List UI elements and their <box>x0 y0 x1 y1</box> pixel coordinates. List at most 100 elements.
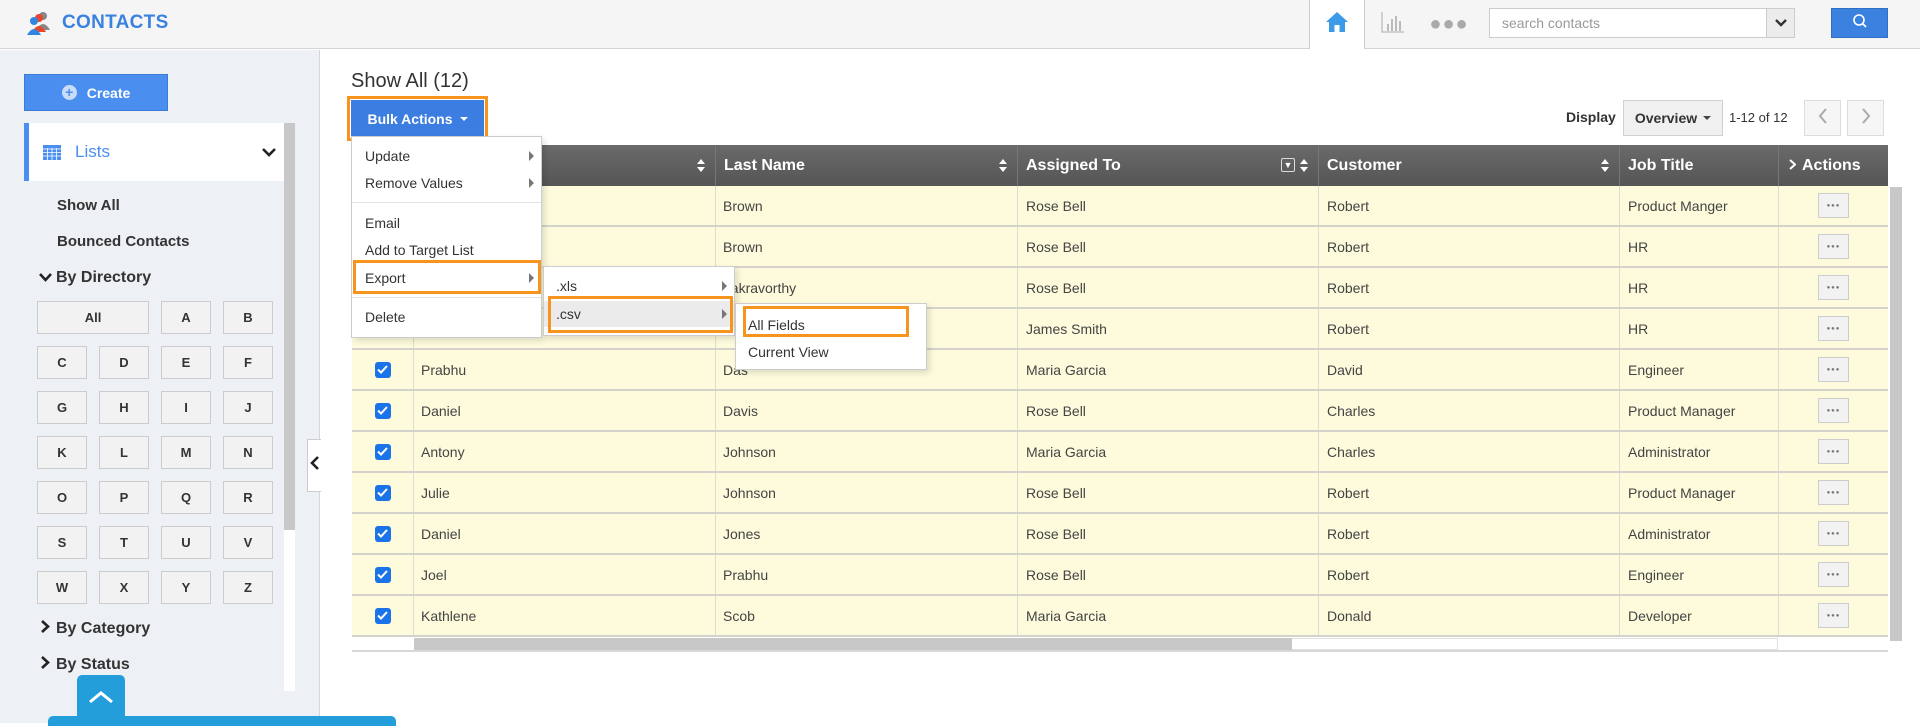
table-row[interactable]: PrabhuDasMaria GarciaDavidEngineer●●● <box>352 350 1888 391</box>
directory-letter-g[interactable]: G <box>37 391 87 424</box>
bulk-actions-button[interactable]: Bulk Actions <box>351 100 484 137</box>
directory-letter-p[interactable]: P <box>99 481 149 514</box>
directory-letter-j[interactable]: J <box>223 391 273 424</box>
header-job-title[interactable]: Job Title <box>1620 145 1779 186</box>
row-actions-button[interactable]: ●●● <box>1818 193 1849 218</box>
table-vertical-scrollbar[interactable] <box>1890 187 1902 641</box>
row-actions-button[interactable]: ●●● <box>1818 357 1849 382</box>
row-actions-button[interactable]: ●●● <box>1818 603 1849 628</box>
lists-header[interactable]: Lists <box>24 123 284 181</box>
directory-letter-t[interactable]: T <box>99 526 149 559</box>
directory-letter-b[interactable]: B <box>223 301 273 334</box>
directory-letter-o[interactable]: O <box>37 481 87 514</box>
row-checkbox[interactable] <box>374 525 391 542</box>
directory-letter-c[interactable]: C <box>37 346 87 379</box>
directory-letter-m[interactable]: M <box>161 436 211 469</box>
search-options-dropdown[interactable] <box>1766 9 1794 37</box>
sidebar-item-bounced-contacts[interactable]: Bounced Contacts <box>57 233 190 250</box>
row-actions-button[interactable]: ●●● <box>1818 234 1849 259</box>
sort-icon[interactable] <box>1300 159 1308 172</box>
header-actions[interactable]: Actions <box>1779 145 1888 186</box>
row-checkbox[interactable] <box>374 361 391 378</box>
sort-icon[interactable] <box>999 159 1007 172</box>
row-actions-button[interactable]: ●●● <box>1818 480 1849 505</box>
menu-item-xls[interactable]: .xls <box>544 273 734 299</box>
directory-letter-x[interactable]: X <box>99 571 149 604</box>
directory-letter-l[interactable]: L <box>99 436 149 469</box>
row-actions-button[interactable]: ●●● <box>1818 398 1849 423</box>
row-checkbox[interactable] <box>374 607 391 624</box>
row-checkbox[interactable] <box>374 443 391 460</box>
row-actions-button[interactable]: ●●● <box>1818 275 1849 300</box>
table-row[interactable]: Kathlene Scob Maria Garcia Donald Developer ●… <box>352 596 1888 637</box>
collapse-sidebar-button[interactable] <box>307 439 321 492</box>
directory-letter-z[interactable]: Z <box>223 571 273 604</box>
menu-item-csv[interactable]: .csv <box>544 301 734 327</box>
header-customer[interactable]: Customer <box>1319 145 1620 186</box>
sidebar-scrollbar-thumb[interactable] <box>284 123 295 530</box>
table-row[interactable]: Julie Johnson Rose Bell Robert Product Manag… <box>352 473 1888 514</box>
directory-letter-r[interactable]: R <box>223 481 273 514</box>
directory-letter-n[interactable]: N <box>223 436 273 469</box>
row-actions-button[interactable]: ●●● <box>1818 316 1849 341</box>
create-button[interactable]: + Create <box>24 74 168 111</box>
table-row[interactable]: Daniel Davis Rose Bell Charles Product Manag… <box>352 391 1888 432</box>
table-row[interactable]: Brown Rose Bell Robert Product Manger ●●● <box>352 186 1888 227</box>
directory-letter-v[interactable]: V <box>223 526 273 559</box>
row-checkbox[interactable] <box>374 484 391 501</box>
directory-letter-q[interactable]: Q <box>161 481 211 514</box>
menu-item-current-view[interactable]: Current View <box>736 339 926 365</box>
filter-icon[interactable]: ▼ <box>1281 158 1295 172</box>
sort-icon[interactable] <box>1601 159 1609 172</box>
search-input[interactable] <box>1490 9 1794 37</box>
more-button[interactable]: ●●● <box>1421 0 1477 49</box>
header-last-name[interactable]: Last Name <box>716 145 1018 186</box>
menu-label: All Fields <box>748 317 805 333</box>
row-checkbox[interactable] <box>374 566 391 583</box>
row-actions-button[interactable]: ●●● <box>1818 562 1849 587</box>
first-cell: Julie <box>414 473 716 512</box>
menu-item-email[interactable]: Email <box>352 210 541 236</box>
menu-item-all-fields[interactable]: All Fields <box>736 312 926 338</box>
table-horizontal-scrollbar-thumb[interactable] <box>414 638 1292 650</box>
directory-letter-h[interactable]: H <box>99 391 149 424</box>
by-category-toggle[interactable]: By Category <box>39 620 150 638</box>
table-row[interactable]: Joel Prabhu Rose Bell Robert Engineer ●●● <box>352 555 1888 596</box>
display-select[interactable]: Overview <box>1623 100 1723 136</box>
search-button[interactable] <box>1831 8 1888 38</box>
directory-letter-k[interactable]: K <box>37 436 87 469</box>
directory-letter-f[interactable]: F <box>223 346 273 379</box>
directory-letter-a[interactable]: A <box>161 301 211 334</box>
prev-page-button[interactable] <box>1804 100 1841 136</box>
menu-item-remove-values[interactable]: Remove Values <box>352 170 541 196</box>
header-assigned-to[interactable]: Assigned To ▼ <box>1018 145 1319 186</box>
row-actions-button[interactable]: ●●● <box>1818 521 1849 546</box>
menu-item-delete[interactable]: Delete <box>352 304 541 330</box>
sort-icon[interactable] <box>697 159 705 172</box>
table-row[interactable]: Brown Rose Bell Robert HR ●●● <box>352 227 1888 268</box>
directory-letter-d[interactable]: D <box>99 346 149 379</box>
chevron-down-icon[interactable] <box>262 144 276 162</box>
table-row[interactable]: Antony Johnson Maria Garcia Charles Administ… <box>352 432 1888 473</box>
table-row[interactable]: Daniel Jones Rose Bell Robert Administrator ●… <box>352 514 1888 555</box>
chevron-up-icon <box>88 690 114 709</box>
by-directory-toggle[interactable]: By Directory <box>39 269 151 287</box>
directory-letter-w[interactable]: W <box>37 571 87 604</box>
directory-letter-e[interactable]: E <box>161 346 211 379</box>
directory-letter-i[interactable]: I <box>161 391 211 424</box>
sidebar-item-show-all[interactable]: Show All <box>57 197 120 214</box>
menu-item-add-to-target-list[interactable]: Add to Target List <box>352 237 541 263</box>
by-status-toggle[interactable]: By Status <box>39 656 130 674</box>
menu-item-update[interactable]: Update <box>352 143 541 169</box>
directory-letter-all[interactable]: All <box>37 301 149 334</box>
next-page-button[interactable] <box>1847 100 1884 136</box>
app-logo[interactable]: CONTACTS <box>26 10 169 36</box>
directory-letter-u[interactable]: U <box>161 526 211 559</box>
home-button[interactable] <box>1309 0 1365 49</box>
directory-letter-y[interactable]: Y <box>161 571 211 604</box>
directory-letter-s[interactable]: S <box>37 526 87 559</box>
menu-item-export[interactable]: Export <box>352 265 541 291</box>
reports-button[interactable] <box>1365 0 1421 49</box>
row-actions-button[interactable]: ●●● <box>1818 439 1849 464</box>
row-checkbox[interactable] <box>374 402 391 419</box>
